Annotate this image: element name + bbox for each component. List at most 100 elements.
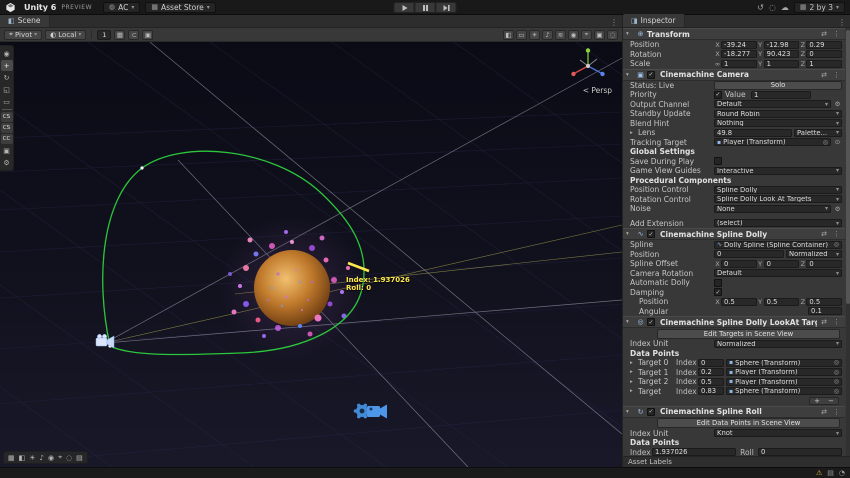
automatic-dolly-checkbox[interactable]: ✓ [714,279,722,287]
overlay-cs-1-button[interactable]: CS [1,112,13,122]
priority-enabled-checkbox[interactable]: ✓ [714,91,722,99]
rotation-z-field[interactable]: 0 [806,50,842,58]
2d-toggle-button[interactable]: ▭ [516,30,527,40]
save-during-play-checkbox[interactable]: ✓ [714,157,722,165]
menu-icon[interactable]: ⋮ [831,30,842,38]
data-point-target-field[interactable]: ▪ Player (Transform) ◎ [726,368,842,376]
play-button[interactable] [394,2,415,13]
foldout-icon[interactable]: ▸ [630,388,638,394]
custom-tool-button[interactable]: ⚙ [1,157,13,168]
data-point-index-field[interactable]: 0.5 [698,378,724,386]
scrollbar-thumb[interactable] [846,30,850,304]
spline-dolly-header[interactable]: ▾ ∿ ✓ Cinemachine Spline Dolly ⇄ ⋮ [623,228,845,240]
scale-x-field[interactable]: 1 [721,60,757,68]
tracking-target-object-field[interactable]: ▪ Player (Transform) ◎ [714,138,831,146]
account-menu-button[interactable]: ◍ AC ▾ [103,2,140,13]
object-picker-icon[interactable]: ◎ [834,359,839,366]
menu-icon[interactable]: ⋮ [831,71,842,79]
overlay-cc-button[interactable]: CC [1,134,13,144]
object-picker-icon[interactable]: ◎ [834,241,839,248]
link-scale-icon[interactable]: ∞ [714,60,721,68]
scale-tool-button[interactable]: ◱ [1,84,13,95]
console-icon[interactable]: ▤ [827,469,834,477]
game-view-guides-dropdown[interactable]: Interactive ▾ [714,167,842,175]
grid-icon[interactable]: ▦ [8,454,15,462]
lookat-targets-header[interactable]: ▾ ◎ ✓ Cinemachine Spline Dolly LookAt Ta… [623,316,845,328]
position-z-field[interactable]: 0.29 [806,41,842,49]
edit-targets-button[interactable]: Edit Targets in Scene View [657,329,840,339]
roll-index-field[interactable]: 1.937026 [652,448,736,456]
output-channel-settings-icon[interactable]: ⚙ [833,100,842,108]
pivot-dropdown[interactable]: ⌖ Pivot ▾ [4,30,42,40]
lens-fov-field[interactable]: 49.8 [714,129,792,137]
visibility-icon[interactable]: ◉ [48,454,54,462]
noise-settings-icon[interactable]: ⚙ [833,205,842,213]
presets-icon[interactable]: ⇄ [819,30,829,38]
remove-data-point-button[interactable]: − [824,398,838,404]
damping-checkbox[interactable]: ✓ [714,288,722,296]
shaded-icon[interactable]: ◧ [19,454,26,462]
offset-y-field[interactable]: 0 [764,260,800,268]
rotation-control-dropdown[interactable]: Spline Dolly Look At Targets ▾ [714,195,842,203]
data-point-index-field[interactable]: 0 [698,359,724,367]
output-channel-dropdown[interactable]: Default ▾ [714,100,831,108]
view-tool-button[interactable]: ◉ [1,48,13,59]
object-picker-icon[interactable]: ◎ [834,388,839,395]
standby-update-dropdown[interactable]: Round Robin ▾ [714,110,842,118]
presets-icon[interactable]: ⇄ [819,71,829,79]
snap-button[interactable]: ⊂ [128,30,139,40]
tab-scene[interactable]: ◧ Scene [0,14,50,27]
foldout-icon[interactable]: ▾ [626,409,634,415]
transform-header[interactable]: ▾ ⊕ Transform ⇄ ⋮ [623,28,845,40]
component-enabled-checkbox[interactable]: ✓ [647,318,655,326]
effects-dropdown-button[interactable]: ≋ [555,30,566,40]
roll-value-field[interactable]: 0 [758,448,842,456]
damping-y-field[interactable]: 0.5 [764,298,800,306]
asset-labels-bar[interactable]: Asset Labels [623,456,850,467]
cloud-icon[interactable]: ☁ [781,3,789,12]
position-x-field[interactable]: -39.24 [721,41,757,49]
offset-x-field[interactable]: 0 [721,260,757,268]
pause-button[interactable] [415,2,436,13]
solo-button[interactable]: Solo [714,81,842,90]
foldout-icon[interactable]: ▸ [630,130,638,136]
presets-icon[interactable]: ⇄ [819,230,829,238]
damping-z-field[interactable]: 0.5 [806,298,842,306]
blend-hint-dropdown[interactable]: Nothing ▾ [714,119,842,127]
offset-z-field[interactable]: 0 [806,260,842,268]
presets-icon[interactable]: ⇄ [819,318,829,326]
data-point-index-field[interactable]: 0.83 [698,387,724,395]
overlay-menu-icon[interactable]: ▤ [76,454,83,462]
warning-icon[interactable]: ⚠ [816,469,822,477]
object-picker-icon[interactable]: ◎ [834,378,839,385]
inspector-menu-icon[interactable]: ⋮ [834,18,850,27]
scale-y-field[interactable]: 1 [764,60,800,68]
angular-field[interactable]: 0.1 [808,307,842,315]
component-enabled-checkbox[interactable]: ✓ [647,71,655,79]
scene-camera-settings-button[interactable]: ▣ [594,30,605,40]
spline-object-field[interactable]: ∿ Dolly Spline (Spline Container) ◎ [714,241,842,249]
spline-roll-header[interactable]: ▾ ↻ ✓ Cinemachine Spline Roll ⇄ ⋮ [623,406,845,418]
foldout-icon[interactable]: ▸ [630,379,638,385]
position-y-field[interactable]: -12.98 [764,41,800,49]
scene-tab-menu-icon[interactable]: ⋮ [606,18,622,27]
foldout-icon[interactable]: ▸ [630,369,638,375]
menu-icon[interactable]: ⋮ [831,408,842,416]
foldout-icon[interactable]: ▾ [626,72,634,78]
data-point-index-field[interactable]: 0.2 [698,368,724,376]
roll-index-unit-dropdown[interactable]: Knot ▾ [714,429,842,437]
component-enabled-checkbox[interactable]: ✓ [647,230,655,238]
component-enabled-checkbox[interactable]: ✓ [647,408,655,416]
cinemachine-camera-header[interactable]: ▾ ▣ ✓ Cinemachine Camera ⇄ ⋮ [623,69,845,81]
perspective-label[interactable]: < Persp [583,86,612,95]
tab-inspector[interactable]: ◨ Inspector [623,14,685,27]
visibility-toggle-button[interactable]: ◉ [568,30,579,40]
foldout-icon[interactable]: ▸ [630,360,638,366]
search-icon[interactable]: ◌ [66,454,72,462]
overlay-cs-2-button[interactable]: CS [1,123,13,133]
add-data-point-button[interactable]: + [810,398,824,404]
presets-icon[interactable]: ⇄ [819,408,829,416]
scale-z-field[interactable]: 1 [806,60,842,68]
menu-icon[interactable]: ⋮ [831,230,842,238]
object-picker-icon[interactable]: ◎ [823,139,828,146]
